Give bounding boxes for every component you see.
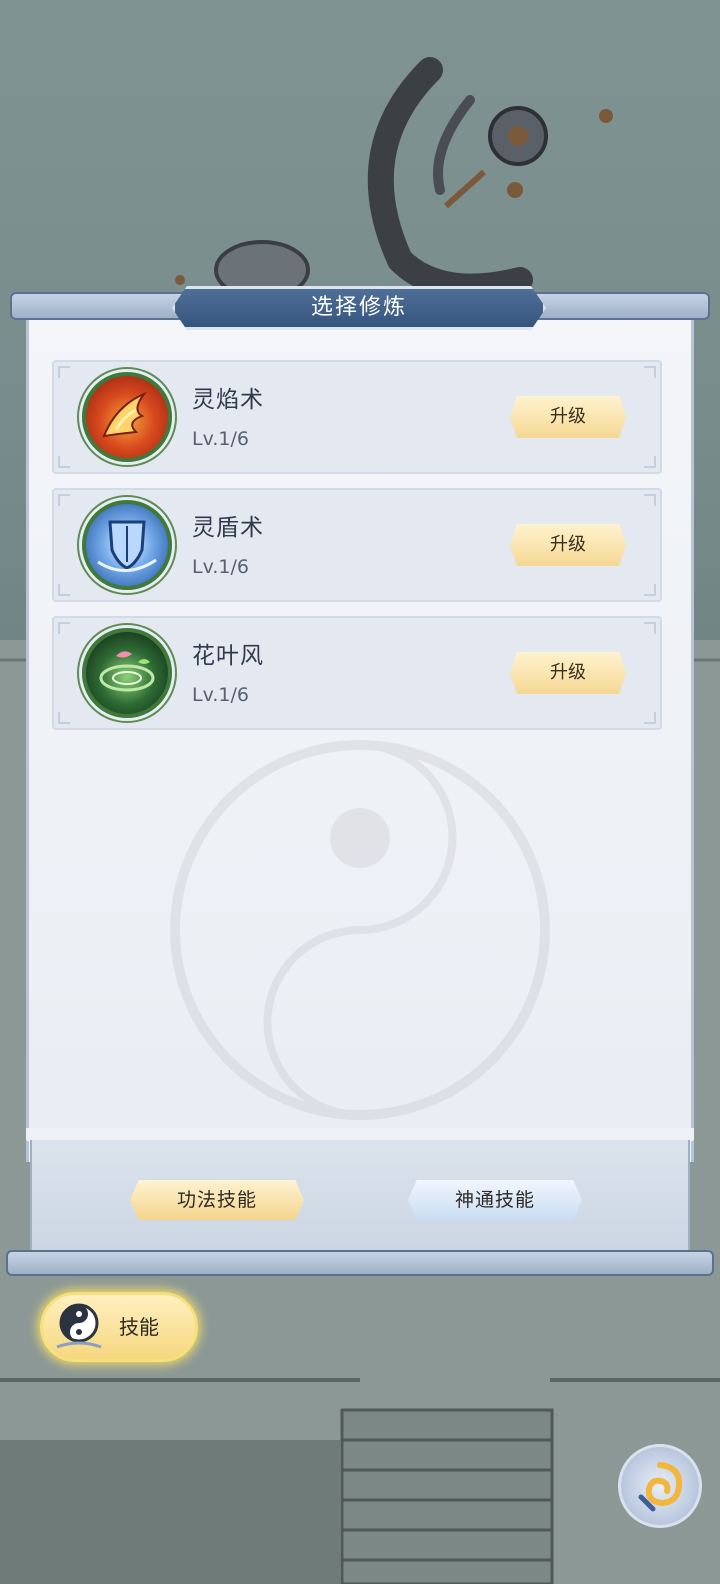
skill-level: Lv.1/6 — [192, 684, 249, 706]
scroll-bottom-area — [30, 1140, 690, 1265]
skill-card: 花叶风 Lv.1/6 升级 — [52, 616, 662, 730]
card-corner-ornament — [58, 584, 70, 596]
skill-card: 灵盾术 Lv.1/6 升级 — [52, 488, 662, 602]
skill-button[interactable]: 技能 — [40, 1292, 198, 1362]
skill-card: 灵焰术 Lv.1/6 升级 — [52, 360, 662, 474]
yin-yang-icon — [56, 1303, 102, 1349]
card-corner-ornament — [58, 712, 70, 724]
skill-button-label: 技能 — [119, 1315, 159, 1339]
skill-level: Lv.1/6 — [192, 556, 249, 578]
shield-icon — [82, 500, 172, 590]
tab-shentong-skills[interactable]: 神通技能 — [408, 1180, 582, 1220]
card-corner-ornament — [644, 494, 656, 506]
swirl-button[interactable] — [618, 1444, 702, 1528]
swirl-icon — [638, 1462, 683, 1512]
card-corner-ornament — [58, 366, 70, 378]
skill-name: 灵焰术 — [192, 387, 264, 413]
tab-gongfa-skills[interactable]: 功法技能 — [130, 1180, 304, 1220]
card-corner-ornament — [644, 622, 656, 634]
flame-icon — [82, 372, 172, 462]
skill-name: 灵盾术 — [192, 515, 264, 541]
card-corner-ornament — [644, 584, 656, 596]
page-title: 选择修炼 — [310, 295, 407, 320]
skill-level: Lv.1/6 — [192, 428, 249, 450]
skill-name: 花叶风 — [192, 643, 264, 669]
card-corner-ornament — [58, 494, 70, 506]
background-scenery — [175, 57, 613, 300]
card-corner-ornament — [644, 712, 656, 724]
upgrade-button[interactable]: 升级 — [510, 396, 626, 438]
card-corner-ornament — [58, 622, 70, 634]
leaf-wind-icon — [82, 628, 172, 718]
card-corner-ornament — [644, 456, 656, 468]
scroll-bottom-rod — [6, 1250, 714, 1276]
upgrade-button[interactable]: 升级 — [510, 652, 626, 694]
upgrade-button[interactable]: 升级 — [510, 524, 626, 566]
yin-yang-watermark-icon — [170, 740, 550, 1120]
card-corner-ornament — [58, 456, 70, 468]
card-corner-ornament — [644, 366, 656, 378]
